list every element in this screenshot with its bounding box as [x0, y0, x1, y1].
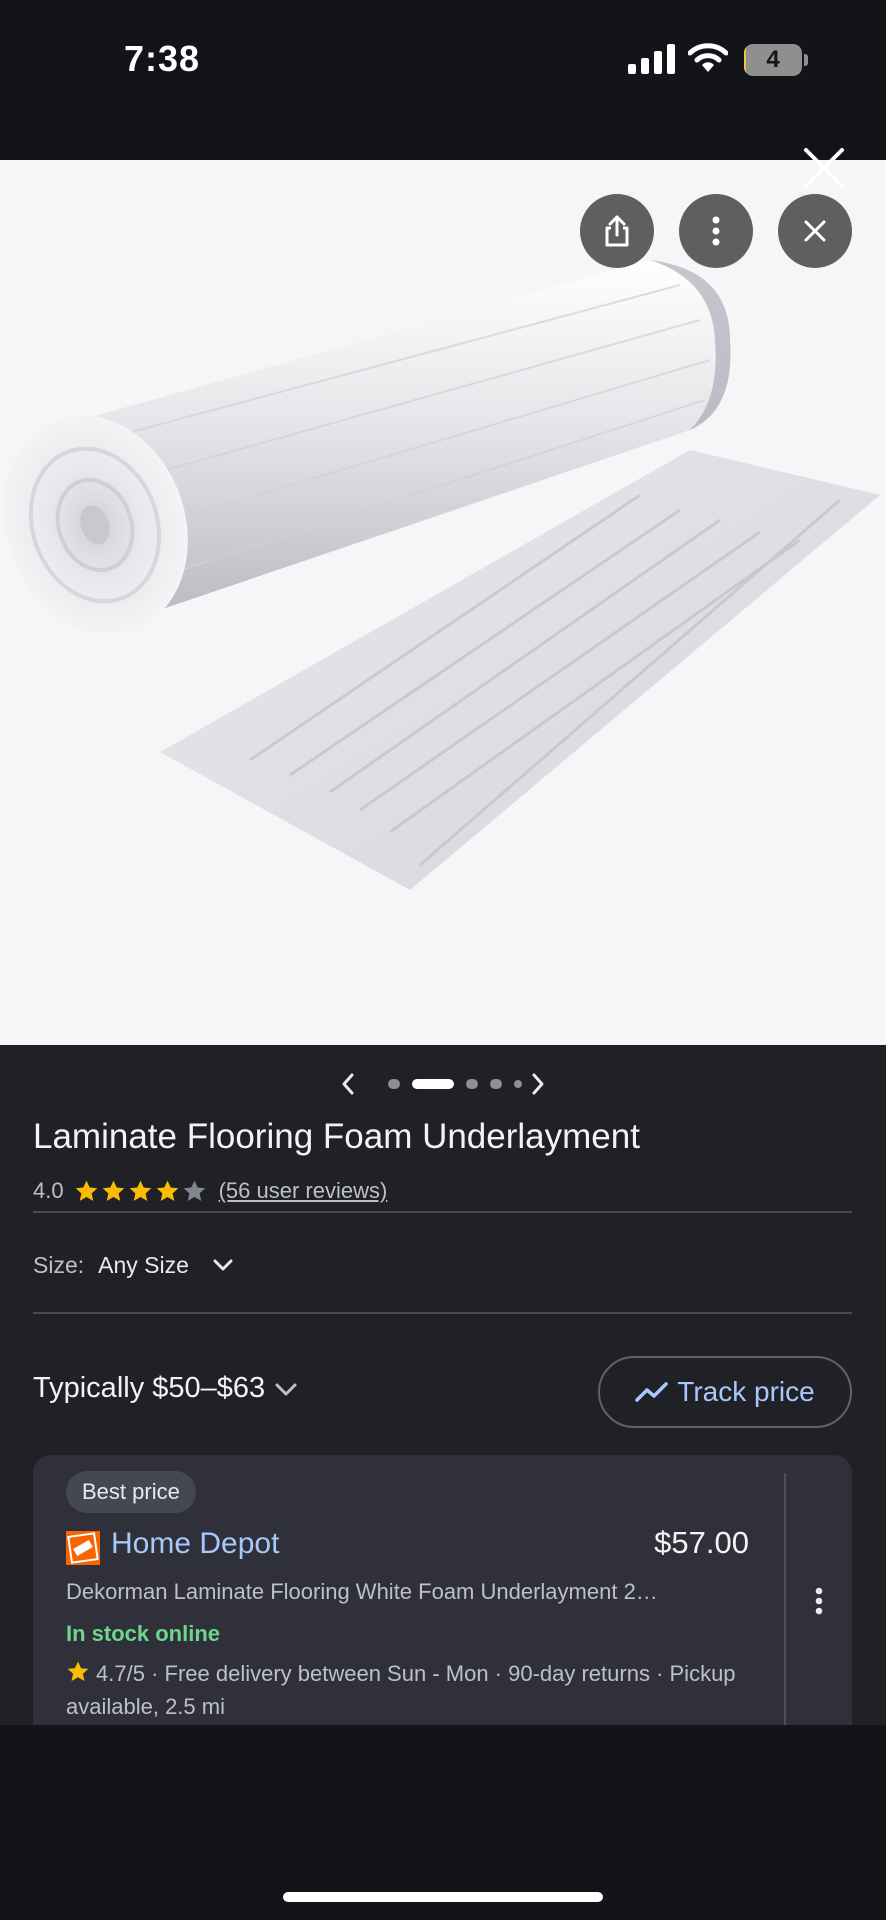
close-button[interactable]: [778, 194, 852, 268]
more-vert-icon: [815, 1587, 823, 1615]
rating-stars: [74, 1179, 209, 1204]
close-icon: [804, 220, 826, 242]
battery-icon: 4: [744, 44, 808, 76]
offer-meta: 4.7/5 · Free delivery between Sun - Mon …: [66, 1657, 756, 1723]
size-value: Any Size: [98, 1251, 189, 1278]
divider: [33, 1211, 852, 1213]
offer-description: Dekorman Laminate Flooring White Foam Un…: [66, 1579, 658, 1604]
pager-dot[interactable]: [490, 1079, 502, 1089]
offer-price: $57.00: [654, 1525, 749, 1560]
offer-more-button[interactable]: [801, 1581, 837, 1621]
typical-price-text: Typically $50–$63: [33, 1372, 266, 1404]
offer-details: · Free delivery between Sun - Mon · 90-d…: [66, 1661, 736, 1719]
cellular-signal-icon: [628, 44, 675, 74]
rating-value: 4.0: [33, 1178, 64, 1203]
stock-status: In stock online: [66, 1621, 221, 1646]
store-name[interactable]: Home Depot: [111, 1527, 279, 1561]
star-filled-icon: [75, 1180, 97, 1201]
product-title: Laminate Flooring Foam Underlayment: [33, 1117, 640, 1156]
pager-dot[interactable]: [388, 1079, 400, 1089]
bottom-area: [0, 1725, 886, 1920]
offer-card[interactable]: Best price Home Depot $57.00 Dekorman La…: [33, 1455, 852, 1751]
star-icon: [67, 1661, 89, 1681]
battery-level: 4: [766, 46, 780, 73]
overlay-close-icon[interactable]: [800, 144, 848, 192]
pager-dot[interactable]: [466, 1079, 478, 1089]
product-image: [2, 260, 880, 890]
status-bar: 7:38 4: [0, 0, 886, 160]
chevron-right-icon[interactable]: [524, 1069, 552, 1099]
more-options-button[interactable]: [679, 194, 753, 268]
share-icon: [605, 215, 629, 247]
chevron-left-icon[interactable]: [334, 1069, 362, 1099]
product-image-area[interactable]: [0, 160, 886, 1045]
star-filled-icon: [156, 1180, 178, 1201]
status-time: 7:38: [124, 38, 201, 79]
store-rating: 4.7/5: [96, 1661, 145, 1686]
pager-dot-active[interactable]: [412, 1079, 454, 1089]
star-filled-icon: [102, 1180, 124, 1201]
share-button[interactable]: [580, 194, 654, 268]
home-depot-logo: [66, 1531, 100, 1565]
wifi-icon: [688, 43, 728, 72]
star-empty-icon: [183, 1180, 205, 1201]
size-selector[interactable]: Size: Any Size: [33, 1245, 235, 1285]
typical-price-range[interactable]: Typically $50–$63: [33, 1372, 299, 1405]
star-filled-icon: [129, 1180, 151, 1201]
pager-dot[interactable]: [514, 1080, 522, 1088]
card-divider: [784, 1473, 786, 1735]
rating-row: 4.0 (56 user reviews): [33, 1175, 387, 1207]
track-price-button[interactable]: Track price: [598, 1356, 852, 1428]
best-price-badge: Best price: [66, 1471, 196, 1513]
home-indicator[interactable]: [283, 1892, 603, 1902]
more-vert-icon: [712, 216, 720, 246]
track-price-label: Track price: [677, 1376, 815, 1407]
image-pager: [0, 1065, 886, 1103]
chevron-down-icon: [213, 1259, 233, 1271]
chevron-down-icon: [275, 1383, 297, 1395]
reviews-link[interactable]: (56 user reviews): [219, 1178, 388, 1204]
size-label: Size:: [33, 1251, 85, 1278]
trending-icon: [635, 1382, 669, 1402]
divider: [33, 1312, 852, 1314]
